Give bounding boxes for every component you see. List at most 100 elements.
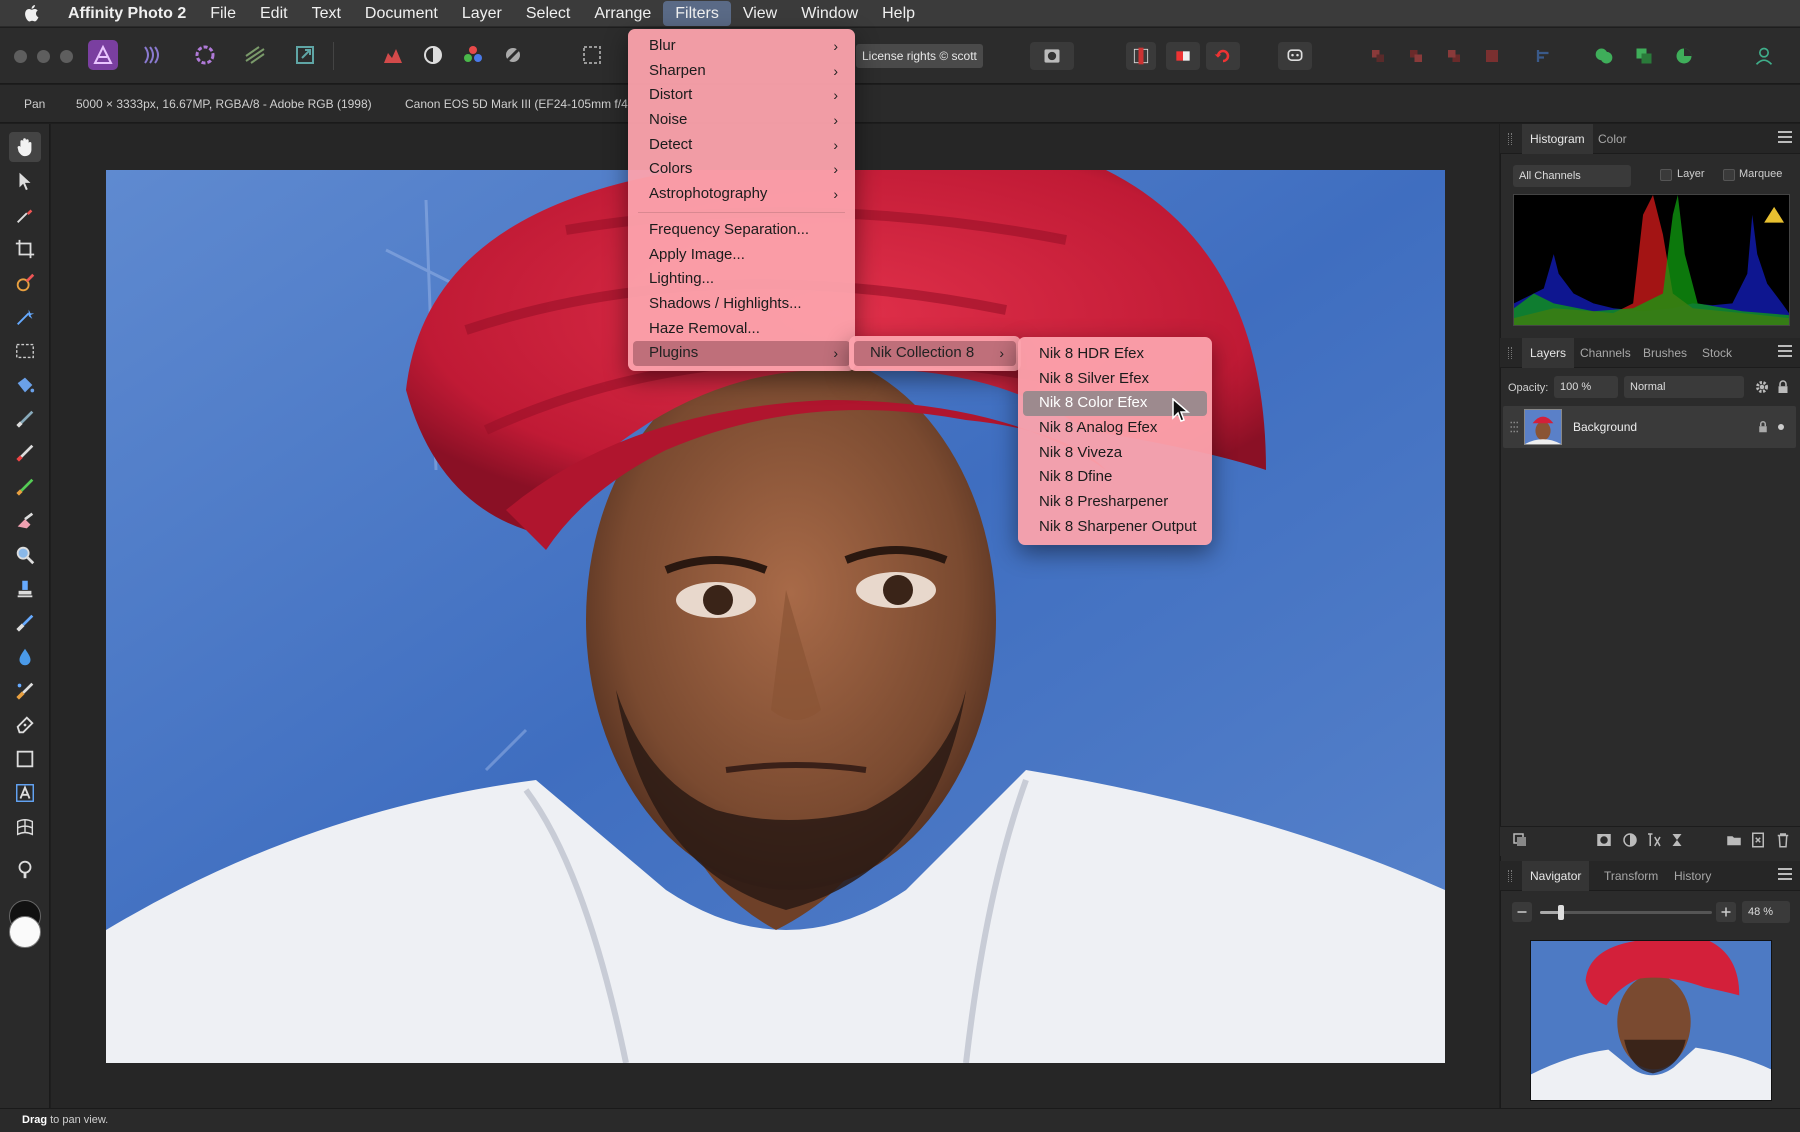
menu-item-frequency-separation[interactable]: Frequency Separation... <box>633 218 850 243</box>
blur-brush-tool-icon[interactable] <box>9 642 41 672</box>
menu-document[interactable]: Document <box>353 0 450 27</box>
navigator-preview[interactable] <box>1530 940 1772 1101</box>
auto-color-icon[interactable] <box>458 40 488 70</box>
histogram-panel-menu-icon[interactable] <box>1778 131 1792 145</box>
layer-lock-icon[interactable] <box>1753 417 1773 437</box>
menu-item-distort[interactable]: Distort › <box>633 83 850 108</box>
tab-stock[interactable]: Stock <box>1694 338 1740 368</box>
add-mask-icon[interactable] <box>1594 830 1614 850</box>
menu-item-shadows-highlights[interactable]: Shadows / Highlights... <box>633 292 850 317</box>
develop-persona-icon[interactable] <box>190 40 220 70</box>
menu-item-astrophotography[interactable]: Astrophotography › <box>633 182 850 207</box>
export-persona-icon[interactable] <box>290 40 320 70</box>
layer-settings-gear-icon[interactable] <box>1752 377 1772 397</box>
tab-color[interactable]: Color <box>1590 124 1635 154</box>
zoom-in-plus-icon[interactable] <box>1716 902 1736 922</box>
menu-arrange[interactable]: Arrange <box>582 0 663 27</box>
mesh-warp-tool-icon[interactable] <box>9 812 41 842</box>
boolean-add-icon[interactable] <box>1592 42 1616 70</box>
menu-item-blur[interactable]: Blur › <box>633 34 850 59</box>
apple-icon[interactable] <box>22 4 40 22</box>
mask-toggle-icon[interactable] <box>1166 42 1200 70</box>
window-zoom-button[interactable] <box>60 50 73 63</box>
clone-brush-tool-icon[interactable] <box>9 574 41 604</box>
layer-mask-mode-icon[interactable] <box>1510 830 1530 850</box>
menu-edit[interactable]: Edit <box>248 0 300 27</box>
add-group-folder-icon[interactable] <box>1724 830 1744 850</box>
text-tool-icon[interactable] <box>9 778 41 808</box>
menu-item-apply-image[interactable]: Apply Image... <box>633 243 850 268</box>
menu-layer[interactable]: Layer <box>450 0 514 27</box>
menu-item-nik-hdr-efex[interactable]: Nik 8 HDR Efex <box>1023 342 1207 367</box>
histogram-layer-checkbox[interactable] <box>1660 169 1672 181</box>
menu-item-sharpen[interactable]: Sharpen › <box>633 59 850 84</box>
menu-item-lighting[interactable]: Lighting... <box>633 267 850 292</box>
secondary-color-swatch[interactable] <box>9 916 41 948</box>
histogram-channel-select[interactable]: All Channels <box>1513 165 1631 187</box>
window-minimize-button[interactable] <box>37 50 50 63</box>
layer-row-background[interactable]: Background <box>1503 406 1796 448</box>
boolean-intersect-icon[interactable] <box>1672 42 1696 70</box>
zoom-tool-icon[interactable] <box>9 540 41 570</box>
flood-select-tool-icon[interactable] <box>9 302 41 332</box>
move-tool-icon[interactable] <box>9 166 41 196</box>
tab-histogram[interactable]: Histogram <box>1522 124 1593 154</box>
menu-app-name[interactable]: Affinity Photo 2 <box>60 0 198 27</box>
menu-filters[interactable]: Filters <box>663 0 731 26</box>
delete-layer-trash-icon[interactable] <box>1773 830 1793 850</box>
menu-help[interactable]: Help <box>870 0 927 27</box>
quick-mask-button[interactable] <box>1030 42 1074 70</box>
menu-item-plugins[interactable]: Plugins › <box>633 341 850 366</box>
layer-drag-handle-icon[interactable] <box>1505 417 1525 437</box>
menu-item-nik-silver-efex[interactable]: Nik 8 Silver Efex <box>1023 367 1207 392</box>
pen-tool-icon[interactable] <box>9 710 41 740</box>
auto-white-balance-icon[interactable] <box>498 40 528 70</box>
tab-navigator[interactable]: Navigator <box>1522 861 1590 891</box>
paint-brush-tool-icon[interactable] <box>9 404 41 434</box>
boolean-subtract-icon[interactable] <box>1632 42 1656 70</box>
tab-channels[interactable]: Channels <box>1572 338 1639 368</box>
photo-persona-icon[interactable] <box>88 40 118 70</box>
inpainting-brush-tool-icon[interactable] <box>9 676 41 706</box>
align-icon[interactable] <box>1532 42 1556 70</box>
view-zoom-icon[interactable] <box>9 854 41 884</box>
arrange-front-icon[interactable] <box>1480 42 1504 70</box>
menu-item-nik-viveza[interactable]: Nik 8 Viveza <box>1023 441 1207 466</box>
add-live-filter-icon[interactable] <box>1644 830 1664 850</box>
auto-contrast-icon[interactable] <box>418 40 448 70</box>
selection-brush-tool-icon[interactable] <box>9 268 41 298</box>
tab-brushes[interactable]: Brushes <box>1635 338 1695 368</box>
navigator-panel-menu-icon[interactable] <box>1778 868 1792 882</box>
arrange-backward-icon[interactable] <box>1404 42 1428 70</box>
tab-history[interactable]: History <box>1666 861 1719 891</box>
menu-window[interactable]: Window <box>789 0 870 27</box>
menu-item-nik-presharpener[interactable]: Nik 8 Presharpener <box>1023 490 1207 515</box>
dodge-brush-tool-icon[interactable] <box>9 472 41 502</box>
zoom-slider-track[interactable] <box>1540 905 1712 920</box>
opacity-field[interactable]: 100 % <box>1554 376 1618 398</box>
zoom-slider-handle[interactable] <box>1557 905 1564 920</box>
erase-brush-tool-icon[interactable] <box>9 506 41 536</box>
account-icon[interactable] <box>1752 42 1776 70</box>
add-fx-icon[interactable] <box>1667 830 1687 850</box>
menu-item-haze-removal[interactable]: Haze Removal... <box>633 317 850 342</box>
arrange-forward-icon[interactable] <box>1442 42 1466 70</box>
liquify-persona-icon[interactable] <box>138 40 168 70</box>
menu-item-detect[interactable]: Detect › <box>633 133 850 158</box>
menu-item-colors[interactable]: Colors › <box>633 157 850 182</box>
zoom-value-field[interactable]: 48 % <box>1742 901 1790 923</box>
levels-icon[interactable] <box>378 40 408 70</box>
rectangle-tool-icon[interactable] <box>9 744 41 774</box>
zoom-out-minus-icon[interactable] <box>1512 902 1532 922</box>
menu-select[interactable]: Select <box>514 0 582 27</box>
layers-panel-menu-icon[interactable] <box>1778 345 1792 359</box>
add-pixel-layer-icon[interactable] <box>1748 830 1768 850</box>
tab-transform[interactable]: Transform <box>1596 861 1666 891</box>
crop-tool-icon[interactable] <box>9 234 41 264</box>
tab-layers[interactable]: Layers <box>1522 338 1575 368</box>
marquee-mode-icon[interactable] <box>577 40 607 70</box>
menu-item-nik-dfine[interactable]: Nik 8 Dfine <box>1023 465 1207 490</box>
snapping-icon[interactable] <box>1126 42 1156 70</box>
menu-text[interactable]: Text <box>300 0 353 27</box>
window-close-button[interactable] <box>14 50 27 63</box>
